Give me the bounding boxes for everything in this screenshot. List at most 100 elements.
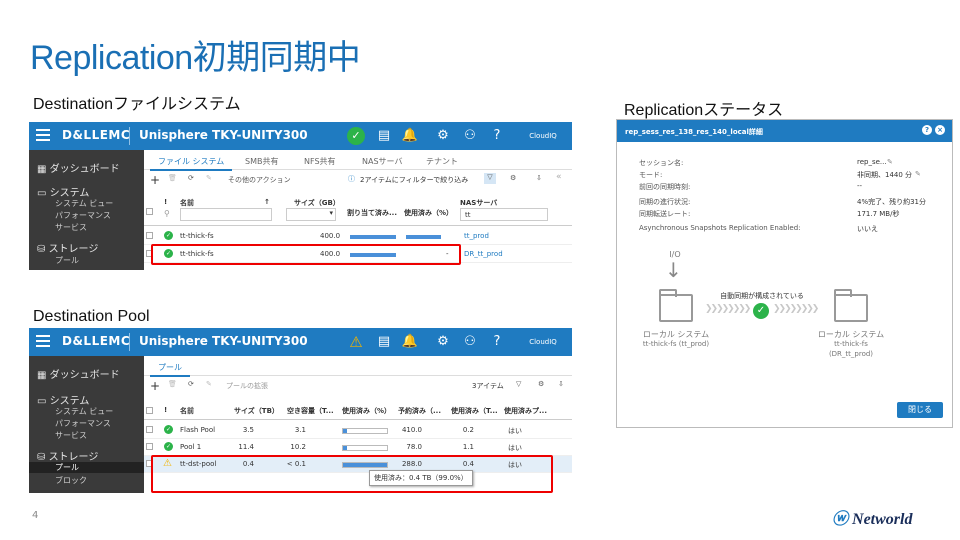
table-row[interactable]: ✓ Flash Pool 3.5 3.1 410.0 0.2 はい (144, 422, 572, 439)
row-checkbox[interactable] (146, 443, 153, 450)
add-icon[interactable]: + (150, 173, 160, 187)
expand-pool-button[interactable]: プールの拡張 (226, 381, 268, 391)
io-arrow-icon: ↓ (665, 258, 682, 282)
system-warning-icon[interactable]: ⚠ (347, 333, 365, 351)
sidebar-item-pool[interactable]: プール (55, 255, 79, 266)
sidebar-item-pool[interactable]: プール (29, 462, 144, 473)
close-icon[interactable]: × (935, 125, 945, 135)
tab-nfs[interactable]: NFS共有 (304, 156, 336, 167)
sidebar-item-performance[interactable]: パフォーマンス (55, 210, 111, 221)
col-used-pct[interactable]: 使用済み（%） (342, 406, 391, 416)
col-used-pool[interactable]: 使用済みプ... (504, 406, 547, 416)
settings-gear-icon[interactable]: ⚙ (434, 127, 452, 145)
fs-tabs: ファイル システム SMB共有 NFS共有 NASサーバ テナント (144, 150, 572, 171)
column-settings-icon[interactable]: ⚙ (538, 380, 544, 388)
add-icon[interactable]: + (150, 379, 160, 393)
source-system-sub: tt-thick-fs (tt_prod) (642, 340, 710, 348)
sidebar-item-system-view[interactable]: システム ビュー (55, 406, 113, 417)
row-nas-link[interactable]: tt_prod (464, 232, 489, 240)
refresh-icon[interactable]: ⟳ (188, 174, 194, 182)
sidebar-item-block[interactable]: ブロック (55, 475, 87, 486)
sidebar-item-performance[interactable]: パフォーマンス (55, 418, 111, 429)
slide: Replication初期同期中 Destinationファイルシステム Des… (0, 0, 960, 540)
col-free[interactable]: 空き容量（T... (287, 406, 334, 416)
hamburger-menu-icon[interactable] (36, 335, 50, 347)
close-button[interactable]: 閉じる (897, 402, 943, 418)
jobs-icon[interactable]: ▤ (375, 127, 393, 145)
export-icon[interactable]: ⇩ (536, 174, 542, 182)
sidebar-item-service[interactable]: サービス (55, 222, 87, 233)
name-filter-input[interactable] (180, 208, 272, 221)
col-alert[interactable]: ! (164, 198, 167, 206)
help-icon[interactable]: ? (488, 127, 506, 145)
col-size[interactable]: サイズ（TB） (234, 406, 279, 416)
col-used[interactable]: 使用済み（%） (404, 208, 453, 218)
table-row[interactable]: ✓ tt-thick-fs 400.0 tt_prod (144, 228, 572, 245)
col-size[interactable]: サイズ（GB） (294, 198, 340, 208)
delete-icon[interactable]: 🗑 (168, 174, 177, 182)
hamburger-menu-icon[interactable] (36, 129, 50, 141)
export-icon[interactable]: ⇩ (558, 380, 564, 388)
settings-gear-icon[interactable]: ⚙ (434, 333, 452, 351)
col-name[interactable]: 名前 (180, 406, 194, 416)
networld-mark-icon: ⓦ (832, 511, 853, 528)
jobs-icon[interactable]: ▤ (375, 333, 393, 351)
sort-asc-icon[interactable]: ↑ (264, 198, 270, 206)
filter-icon[interactable]: ▽ (484, 173, 496, 184)
storage-icon: ⛁ (37, 244, 49, 255)
sidebar-item-service[interactable]: サービス (55, 430, 87, 441)
sidebar-item-dashboard[interactable]: ▦ ダッシュボード (37, 366, 120, 381)
tab-smb[interactable]: SMB共有 (245, 156, 278, 167)
tab-file-system[interactable]: ファイル システム (149, 156, 233, 171)
col-alert[interactable]: ! (164, 406, 167, 414)
target-folder-icon (834, 289, 868, 322)
alerts-bell-icon[interactable]: 🔔 (401, 333, 419, 351)
table-row[interactable]: ✓ Pool 1 11.4 10.2 78.0 1.1 はい (144, 439, 572, 456)
col-nas[interactable]: NASサーバ (460, 198, 497, 208)
refresh-icon[interactable]: ⟳ (188, 380, 194, 388)
system-ok-icon[interactable]: ✓ (347, 127, 365, 145)
sidebar-item-system[interactable]: ▭ システム (37, 184, 89, 199)
column-settings-icon[interactable]: ⚙ (510, 174, 516, 182)
help-icon[interactable]: ? (922, 125, 932, 135)
select-all-checkbox[interactable] (146, 407, 153, 414)
filter-icon[interactable]: ▽ (516, 380, 521, 388)
col-name[interactable]: 名前 (180, 198, 194, 208)
system-icon: ▭ (37, 188, 50, 199)
used-bar-track (342, 445, 388, 451)
row-nas-link[interactable]: DR_tt_prod (464, 250, 503, 258)
edit-icon[interactable]: ✎ (915, 170, 921, 178)
size-filter-select[interactable]: ▾ (286, 208, 336, 221)
row-checkbox[interactable] (146, 232, 153, 239)
select-all-checkbox[interactable] (146, 208, 153, 215)
tab-pool[interactable]: プール (150, 362, 190, 377)
collapse-panel-icon[interactable]: « (556, 172, 562, 182)
col-allocated[interactable]: 割り当て済み... (347, 208, 397, 218)
sidebar-item-system-view[interactable]: システム ビュー (55, 198, 113, 209)
sidebar-item-storage[interactable]: ⛁ ストレージ (37, 240, 98, 255)
sidebar-item-storage[interactable]: ⛁ ストレージ (37, 448, 98, 463)
user-icon[interactable]: ⚇ (461, 127, 479, 145)
edit-icon[interactable]: ✎ (206, 174, 212, 182)
help-icon[interactable]: ? (488, 333, 506, 351)
section-rep-status: Replicationステータス (624, 102, 784, 119)
sidebar-item-dashboard[interactable]: ▦ ダッシュボード (37, 160, 120, 175)
more-actions-menu[interactable]: その他のアクション (228, 175, 291, 185)
tab-tenant[interactable]: テナント (426, 156, 458, 167)
tab-nas[interactable]: NASサーバ (362, 156, 402, 167)
cloudiq-icon[interactable]: CloudIQ (523, 127, 563, 145)
brand-logo: D&LLEMC (62, 334, 131, 348)
sidebar: ▦ ダッシュボード ▭ システム システム ビュー パフォーマンス サービス ⛁… (29, 150, 144, 270)
cloudiq-icon[interactable]: CloudIQ (523, 333, 563, 351)
sidebar-item-system[interactable]: ▭ システム (37, 392, 89, 407)
col-reserved[interactable]: 予約済み（... (398, 406, 441, 416)
edit-icon[interactable]: ✎ (206, 380, 212, 388)
nas-filter-input[interactable]: tt (460, 208, 548, 221)
delete-icon[interactable]: 🗑 (168, 380, 177, 388)
slide-title: Replication初期同期中 (30, 39, 361, 77)
row-checkbox[interactable] (146, 426, 153, 433)
col-used-tb[interactable]: 使用済み（T... (451, 406, 498, 416)
alerts-bell-icon[interactable]: 🔔 (401, 127, 419, 145)
user-icon[interactable]: ⚇ (461, 333, 479, 351)
edit-icon[interactable]: ✎ (887, 158, 893, 166)
